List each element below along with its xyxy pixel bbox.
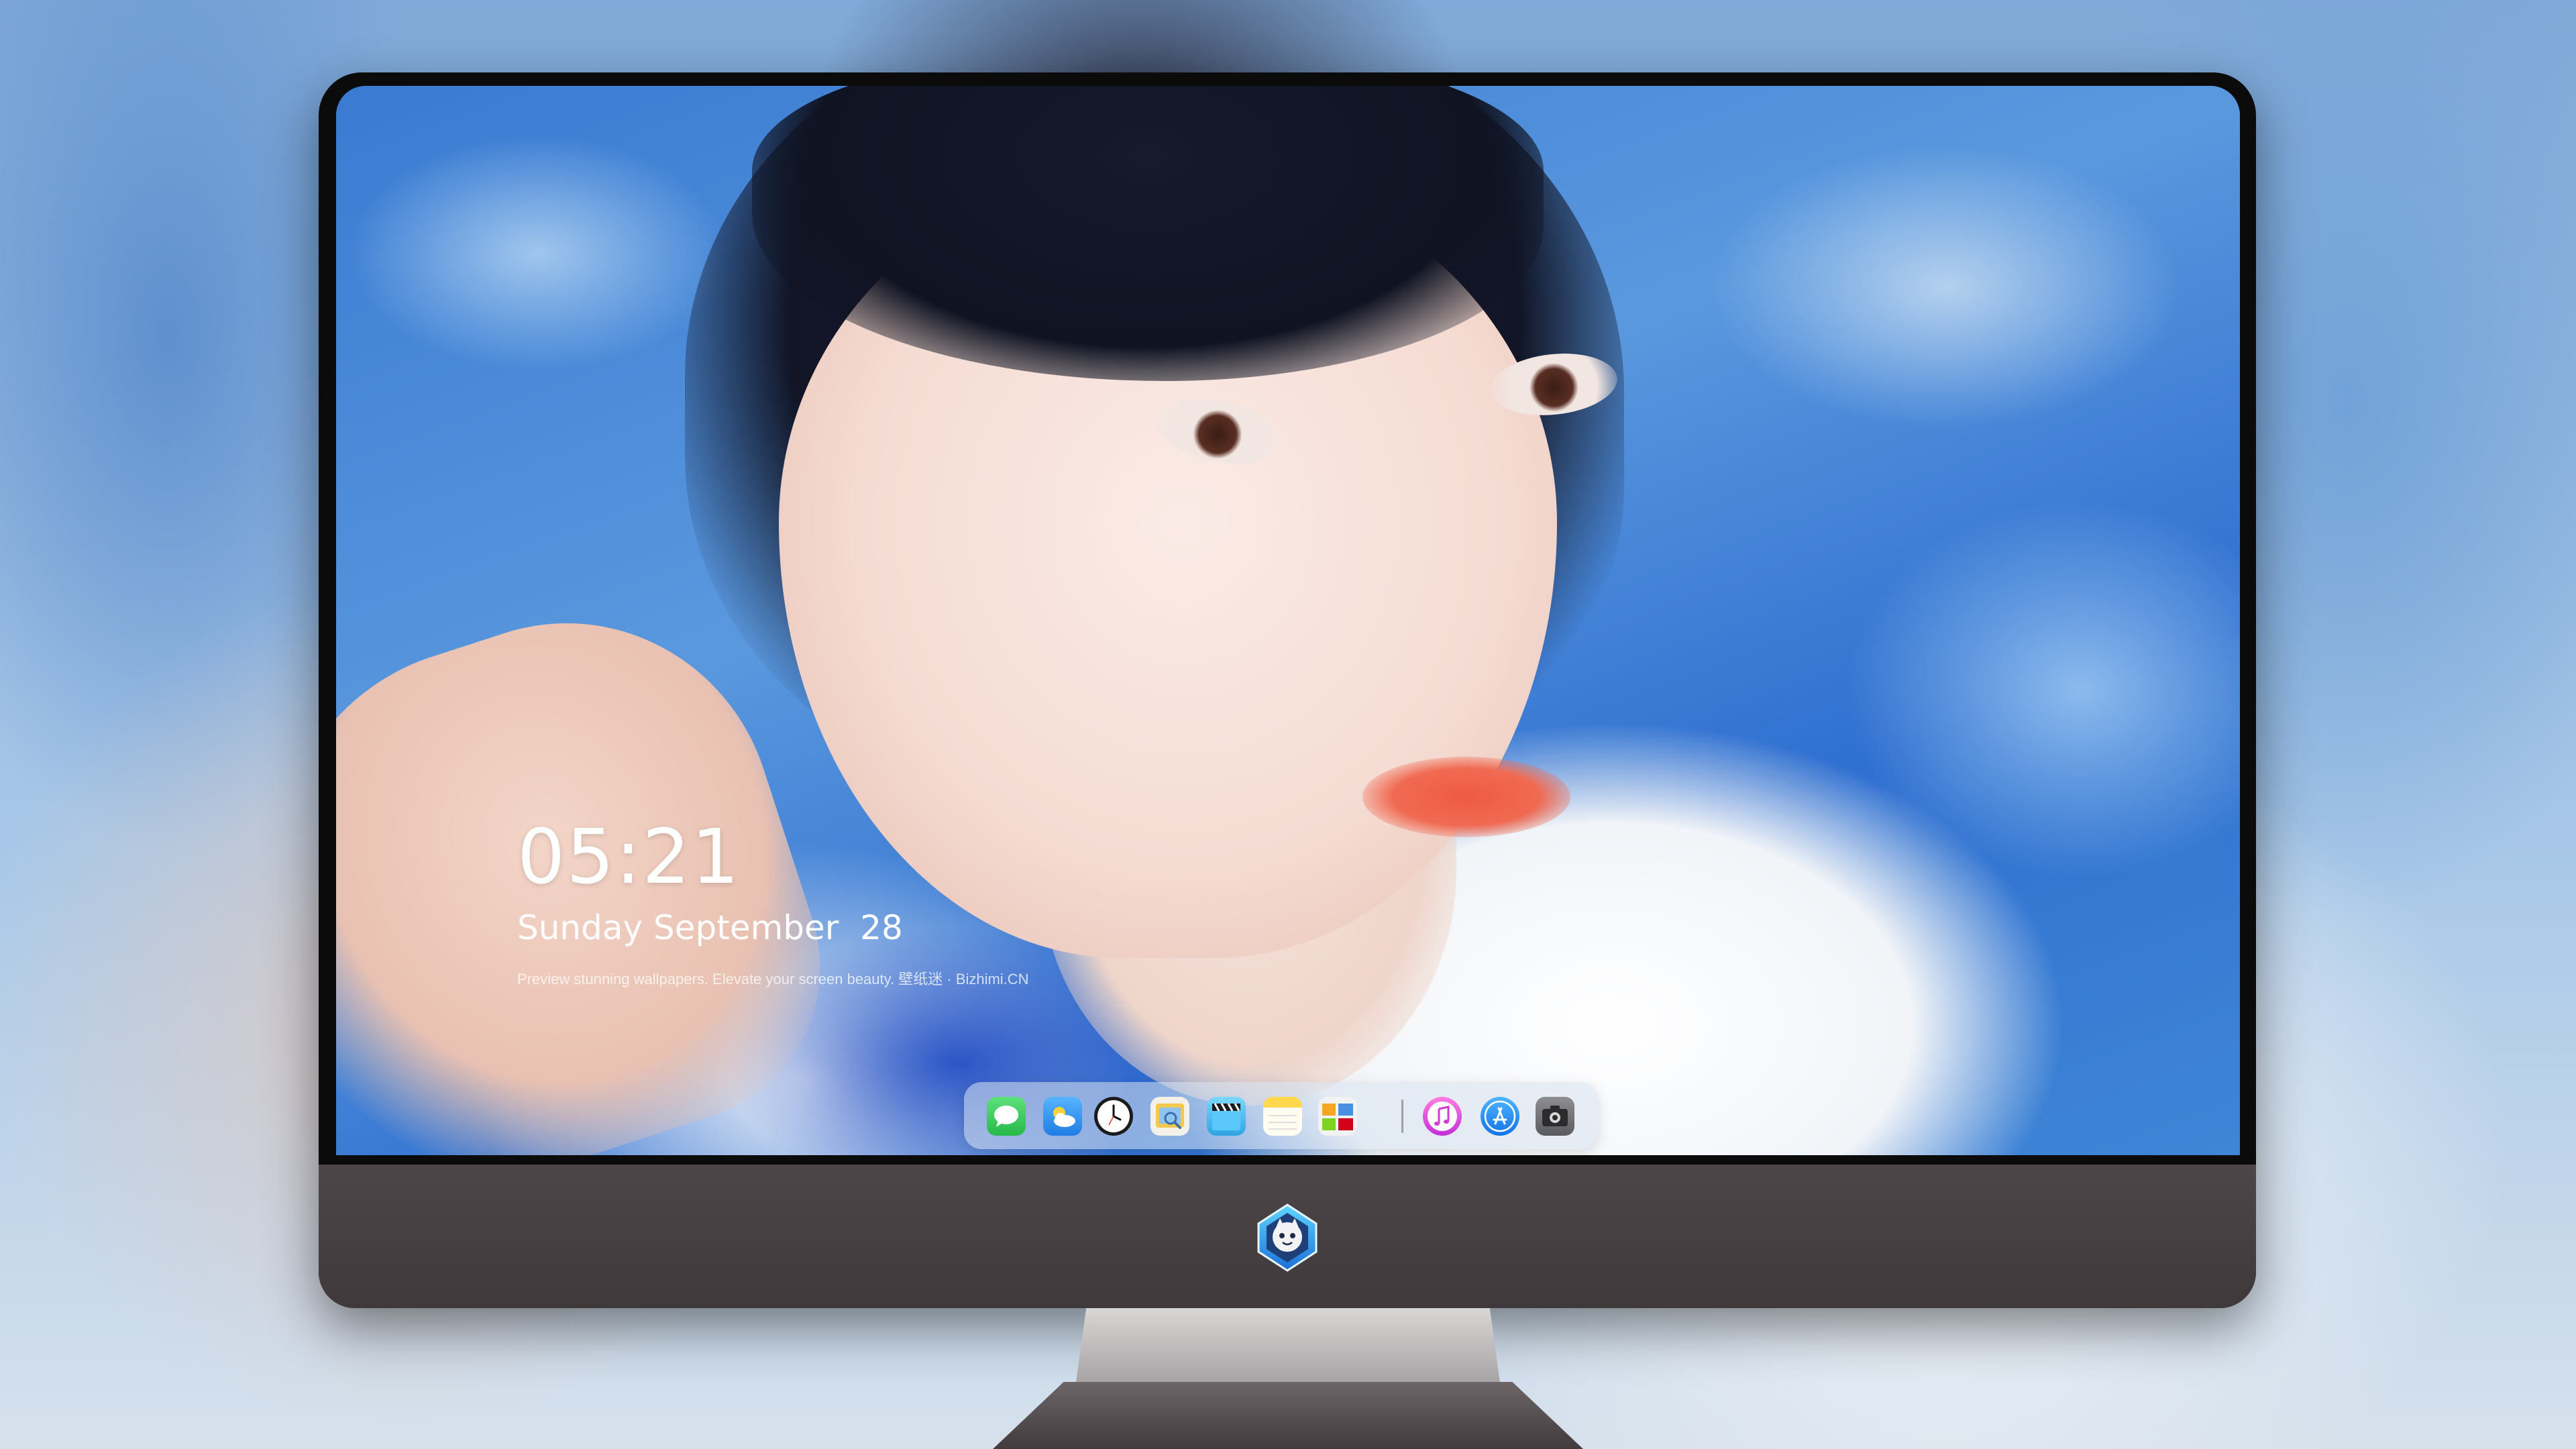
dock-app-preview[interactable] <box>1150 1097 1189 1136</box>
clock-icon <box>1097 1100 1130 1132</box>
dock <box>964 1082 1599 1149</box>
dock-app-clips[interactable] <box>1207 1097 1246 1136</box>
desktop-screen: 05:21 Sunday September 28 Preview stunni… <box>336 86 2240 1155</box>
notes-icon <box>1263 1097 1302 1136</box>
dock-app-clock[interactable] <box>1094 1097 1133 1136</box>
wallpaper-caption: Preview stunning wallpapers. Elevate you… <box>517 971 1029 987</box>
app-store-icon <box>1484 1100 1516 1132</box>
clock-time: 05:21 <box>517 814 741 901</box>
clock-date: Sunday September 28 <box>517 908 903 947</box>
preview-icon <box>1156 1104 1184 1129</box>
dock-app-app-store[interactable] <box>1481 1097 1519 1136</box>
dock-app-notes[interactable] <box>1263 1097 1302 1136</box>
gallery-icon <box>1322 1104 1353 1130</box>
dock-app-music[interactable] <box>1423 1097 1462 1136</box>
dock-app-camera[interactable] <box>1536 1097 1574 1136</box>
weather-icon <box>1053 1107 1075 1127</box>
clapperboard-icon <box>1212 1103 1240 1130</box>
monitor-stand-base <box>993 1382 1583 1449</box>
dock-app-gallery[interactable] <box>1318 1097 1357 1136</box>
messages-icon <box>994 1106 1018 1127</box>
dock-app-messages[interactable] <box>987 1097 1026 1136</box>
lock-screen-info: 05:21 Sunday September 28 Preview stunni… <box>517 814 1029 989</box>
bizhimi-logo-icon <box>1257 1203 1318 1272</box>
scene: 05:21 Sunday September 28 Preview stunni… <box>0 0 2576 1449</box>
dock-app-weather[interactable] <box>1043 1097 1082 1136</box>
camera-icon <box>1542 1106 1568 1126</box>
wallpaper-lips <box>1362 757 1570 837</box>
music-note-icon <box>1428 1102 1457 1131</box>
dock-separator <box>1401 1099 1403 1133</box>
